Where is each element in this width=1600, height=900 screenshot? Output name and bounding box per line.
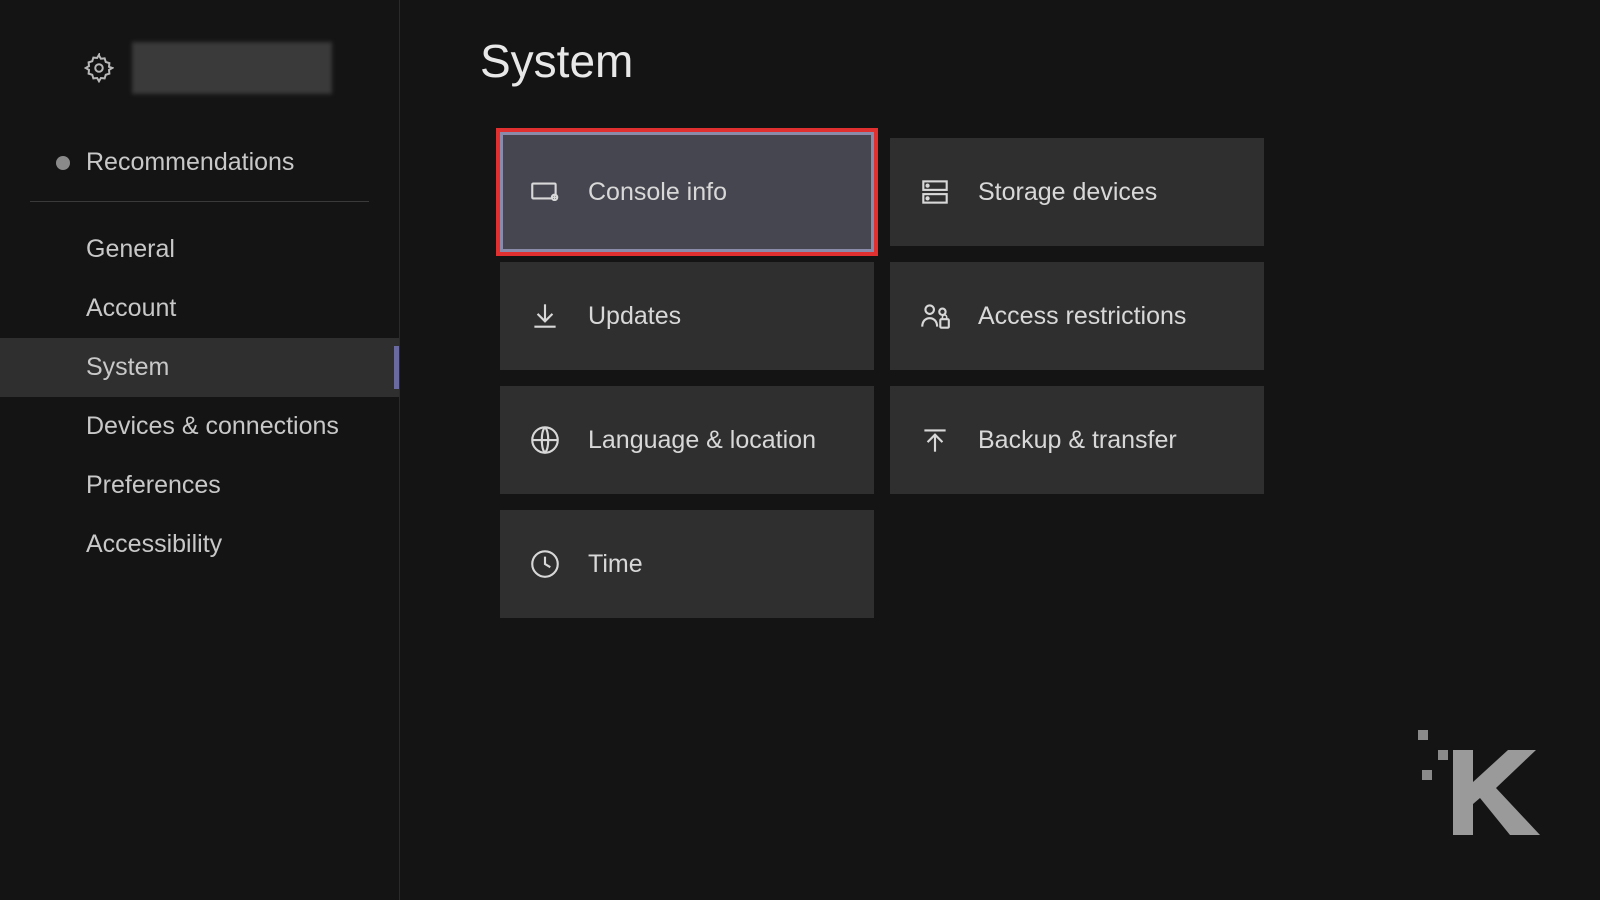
sidebar-recommendations[interactable]: Recommendations [0, 124, 399, 201]
storage-icon [918, 175, 952, 209]
sidebar-item-label: Preferences [86, 471, 221, 499]
profile-name-redacted [132, 42, 332, 94]
sidebar-item-general[interactable]: General [0, 220, 399, 279]
sidebar-item-label: Accessibility [86, 530, 222, 558]
tile-access-restrictions[interactable]: Access restrictions [890, 262, 1264, 370]
sidebar-item-label: System [86, 353, 169, 381]
access-icon [918, 299, 952, 333]
sidebar-item-label: General [86, 235, 175, 263]
sidebar-item-accessibility[interactable]: Accessibility [0, 515, 399, 574]
tile-label: Backup & transfer [978, 426, 1177, 455]
divider [30, 201, 369, 202]
tile-label: Console info [588, 178, 727, 207]
tile-storage-devices[interactable]: Storage devices [890, 138, 1264, 246]
tile-label: Language & location [588, 426, 816, 455]
page-title: System [480, 34, 1560, 88]
download-icon [528, 299, 562, 333]
tile-time[interactable]: Time [500, 510, 874, 618]
sidebar-item-preferences[interactable]: Preferences [0, 456, 399, 515]
sidebar-header [0, 0, 399, 124]
sidebar-item-label: Devices & connections [86, 412, 339, 440]
tile-label: Storage devices [978, 178, 1157, 207]
recommendations-label: Recommendations [86, 148, 294, 177]
sidebar-item-account[interactable]: Account [0, 279, 399, 338]
sidebar-item-devices[interactable]: Devices & connections [0, 397, 399, 456]
tile-label: Access restrictions [978, 302, 1186, 331]
sidebar-item-label: Account [86, 294, 176, 322]
tile-backup-transfer[interactable]: Backup & transfer [890, 386, 1264, 494]
sidebar-item-system[interactable]: System [0, 338, 399, 397]
tile-label: Time [588, 550, 643, 579]
console-icon [528, 175, 562, 209]
tile-updates[interactable]: Updates [500, 262, 874, 370]
bullet-icon [56, 156, 70, 170]
gear-icon [84, 53, 114, 83]
tile-console-info[interactable]: Console info [500, 132, 874, 252]
upload-icon [918, 423, 952, 457]
tile-label: Updates [588, 302, 681, 331]
watermark-logo [1408, 720, 1548, 840]
nav-list: General Account System Devices & connect… [0, 220, 399, 574]
tile-grid: Console info Storage devices [500, 138, 1560, 618]
globe-icon [528, 423, 562, 457]
clock-icon [528, 547, 562, 581]
tile-language-location[interactable]: Language & location [500, 386, 874, 494]
sidebar: Recommendations General Account System D… [0, 0, 400, 900]
